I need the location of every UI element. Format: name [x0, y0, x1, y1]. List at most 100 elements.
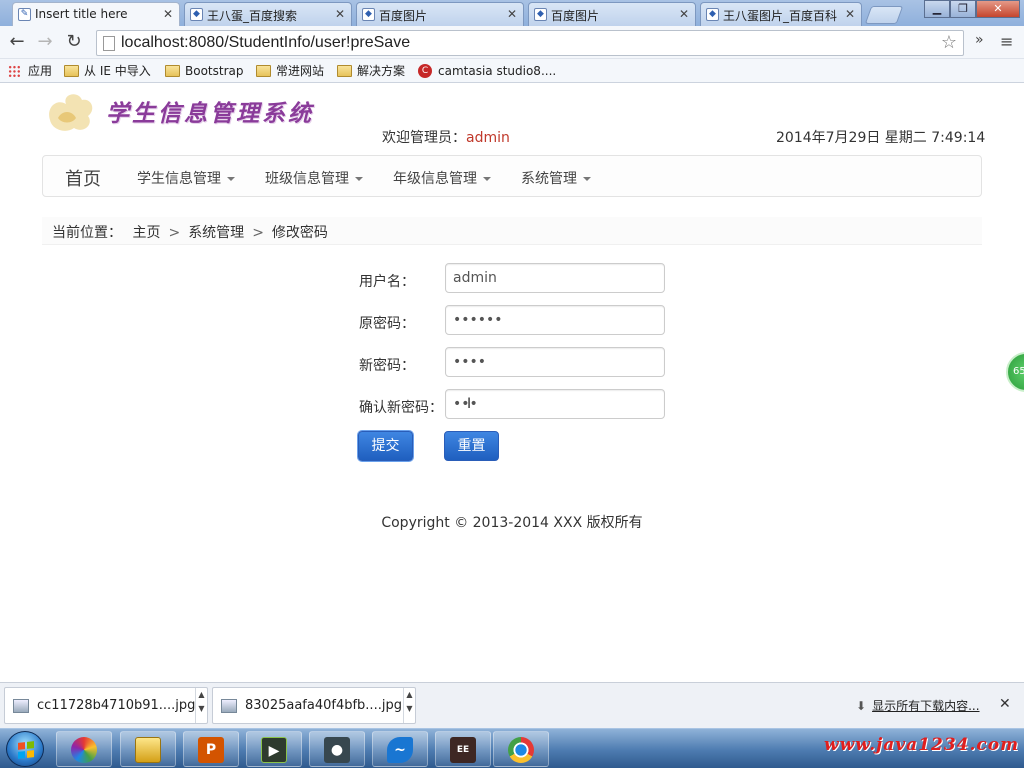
- bookmark-label: 常进网站: [276, 64, 325, 78]
- show-all-downloads-link[interactable]: ⬇ 显示所有下载内容...: [856, 697, 980, 714]
- nav-menu-grade-info[interactable]: 年级信息管理: [393, 168, 491, 188]
- windows-taskbar: P ▶ ● ~ EE www.java1234.com: [0, 728, 1024, 768]
- web-page: 学生信息管理系统 欢迎管理员：admin 2014年7月29日 星期二 7:49…: [0, 84, 1024, 682]
- nav-menu-system[interactable]: 系统管理: [521, 168, 591, 188]
- download-menu-chevron-icon[interactable]: ▲ ▼: [403, 688, 415, 723]
- browser-tab-baidu-baike[interactable]: ◆ 王八蛋图片_百度百科 ✕: [700, 2, 862, 26]
- nav-menu-class-info[interactable]: 班级信息管理: [265, 168, 363, 188]
- window-maximize-button[interactable]: ❐: [950, 0, 976, 18]
- bookmark-folder-bootstrap[interactable]: Bootstrap: [165, 62, 243, 80]
- breadcrumb-item-change-password: 修改密码: [271, 225, 328, 241]
- bookmark-star-icon[interactable]: ☆: [941, 32, 957, 53]
- taskbar-app-picasa[interactable]: [56, 731, 112, 767]
- picasa-icon: [71, 737, 97, 763]
- submit-button[interactable]: 提交: [358, 431, 413, 461]
- bookmarks-bar: 应用 从 IE 中导入 Bootstrap 常进网站 解决方案 C camtas…: [0, 59, 1024, 83]
- tab-title: Insert title here: [35, 7, 128, 21]
- download-filename: cc11728b4710b91....jpg: [37, 698, 196, 713]
- new-password-field[interactable]: [445, 347, 665, 377]
- reload-icon[interactable]: ↻: [63, 32, 85, 54]
- download-menu-chevron-icon[interactable]: ▲ ▼: [195, 688, 207, 723]
- folder-icon: [256, 65, 271, 77]
- address-url[interactable]: localhost:8080/StudentInfo/user!preSave: [121, 34, 410, 52]
- caret-down-icon: [355, 177, 363, 181]
- breadcrumb: 当前位置： 主页 > 系统管理 > 修改密码: [42, 217, 982, 245]
- bookmark-camtasia[interactable]: C camtasia studio8....: [418, 62, 556, 80]
- browser-tab-baidu-search[interactable]: ◆ 王八蛋_百度搜索 ✕: [184, 2, 352, 26]
- logo-bee-icon: [49, 94, 93, 131]
- reset-button[interactable]: 重置: [444, 431, 499, 461]
- old-password-field[interactable]: [445, 305, 665, 335]
- welcome-username: admin: [466, 130, 510, 146]
- browser-toolbar: ← → ↻ localhost:8080/StudentInfo/user!pr…: [0, 26, 1024, 59]
- download-shelf: cc11728b4710b91....jpg ▲ ▼ 83025aafa40f4b…: [0, 682, 1024, 728]
- folder-icon: [337, 65, 352, 77]
- username-field[interactable]: [445, 263, 665, 293]
- download-filename: 83025aafa40f4bfb....jpg: [245, 698, 402, 713]
- window-close-button[interactable]: ✕: [976, 0, 1020, 18]
- bookmark-label: camtasia studio8....: [438, 64, 557, 78]
- text-cursor-icon: I: [467, 396, 472, 412]
- tab-close-icon[interactable]: ✕: [335, 7, 345, 21]
- bookmark-folder-changjin[interactable]: 常进网站: [256, 62, 324, 80]
- nav-menu-label: 学生信息管理: [137, 171, 221, 187]
- baidu-paw-icon: ◆: [362, 8, 375, 21]
- caret-down-icon: [583, 177, 591, 181]
- new-tab-button[interactable]: [864, 6, 904, 24]
- apps-grid-icon: [8, 65, 21, 78]
- taskbar-app-powerpoint[interactable]: P: [183, 731, 239, 767]
- confirm-password-label: 确认新密码：: [359, 400, 443, 416]
- caret-down-icon: [227, 177, 235, 181]
- address-bar[interactable]: localhost:8080/StudentInfo/user!preSave …: [96, 30, 964, 56]
- browser-tab-baidu-images-2[interactable]: ◆ 百度图片 ✕: [528, 2, 696, 26]
- bookmark-label: 应用: [28, 64, 53, 78]
- taskbar-app-mysql[interactable]: ~: [372, 731, 428, 767]
- old-password-label: 原密码：: [359, 316, 415, 332]
- bookmark-label: 从 IE 中导入: [84, 64, 151, 78]
- download-item[interactable]: cc11728b4710b91....jpg ▲ ▼: [4, 687, 208, 724]
- extensions-overflow-icon[interactable]: »: [975, 32, 984, 48]
- confirm-password-field[interactable]: [445, 389, 665, 419]
- eclipse-icon: EE: [450, 737, 476, 763]
- main-navbar: 首页 学生信息管理 班级信息管理 年级信息管理 系统管理: [42, 155, 982, 197]
- window-minimize-button[interactable]: ▁: [924, 0, 950, 18]
- bookmark-folder-solutions[interactable]: 解决方案: [337, 62, 405, 80]
- taskbar-app-eclipse[interactable]: EE: [435, 731, 491, 767]
- tab-close-icon[interactable]: ✕: [679, 7, 689, 21]
- tab-close-icon[interactable]: ✕: [845, 7, 855, 21]
- bookmark-folder-ie-import[interactable]: 从 IE 中导入: [64, 62, 151, 80]
- breadcrumb-item-system[interactable]: 系统管理: [188, 225, 244, 241]
- chrome-icon: [508, 737, 534, 763]
- nav-menu-student-info[interactable]: 学生信息管理: [137, 168, 235, 188]
- nav-menu-label: 年级信息管理: [393, 171, 477, 187]
- close-shelf-icon[interactable]: ✕: [999, 696, 1011, 712]
- taskbar-app-terminal[interactable]: ▶: [246, 731, 302, 767]
- tab-close-icon[interactable]: ✕: [163, 7, 173, 21]
- chrome-menu-icon[interactable]: ≡: [1000, 32, 1013, 51]
- tab-title: 王八蛋_百度搜索: [207, 9, 298, 23]
- taskbar-app-chrome[interactable]: [493, 731, 549, 767]
- download-arrow-icon: ⬇: [856, 699, 867, 713]
- taskbar-app-camtasia-recorder[interactable]: ●: [309, 731, 365, 767]
- site-title: 学生信息管理系统: [106, 100, 314, 127]
- floating-badge[interactable]: 65: [1006, 352, 1024, 392]
- back-arrow-icon[interactable]: ←: [6, 32, 28, 54]
- caret-down-icon: [483, 177, 491, 181]
- nav-menu-label: 班级信息管理: [265, 171, 349, 187]
- nav-home-link[interactable]: 首页: [65, 165, 101, 191]
- download-item[interactable]: 83025aafa40f4bfb....jpg ▲ ▼: [212, 687, 416, 724]
- footer-copyright: Copyright © 2013-2014 XXX 版权所有: [381, 515, 643, 531]
- bookmark-apps[interactable]: 应用: [8, 62, 52, 80]
- taskbar-app-explorer[interactable]: [120, 731, 176, 767]
- forward-arrow-icon[interactable]: →: [34, 32, 56, 54]
- start-button[interactable]: [6, 731, 44, 767]
- baidu-paw-icon: ◆: [534, 8, 547, 21]
- browser-tab-baidu-images[interactable]: ◆ 百度图片 ✕: [356, 2, 524, 26]
- baidu-paw-icon: ◆: [706, 8, 719, 21]
- tab-close-icon[interactable]: ✕: [507, 7, 517, 21]
- folder-icon: [64, 65, 79, 77]
- watermark-text: www.java1234.com: [824, 735, 1020, 755]
- browser-tab-insert-title[interactable]: ✎ Insert title here ✕: [12, 2, 180, 27]
- breadcrumb-item-home[interactable]: 主页: [132, 225, 160, 241]
- username-label: 用户名：: [359, 274, 415, 290]
